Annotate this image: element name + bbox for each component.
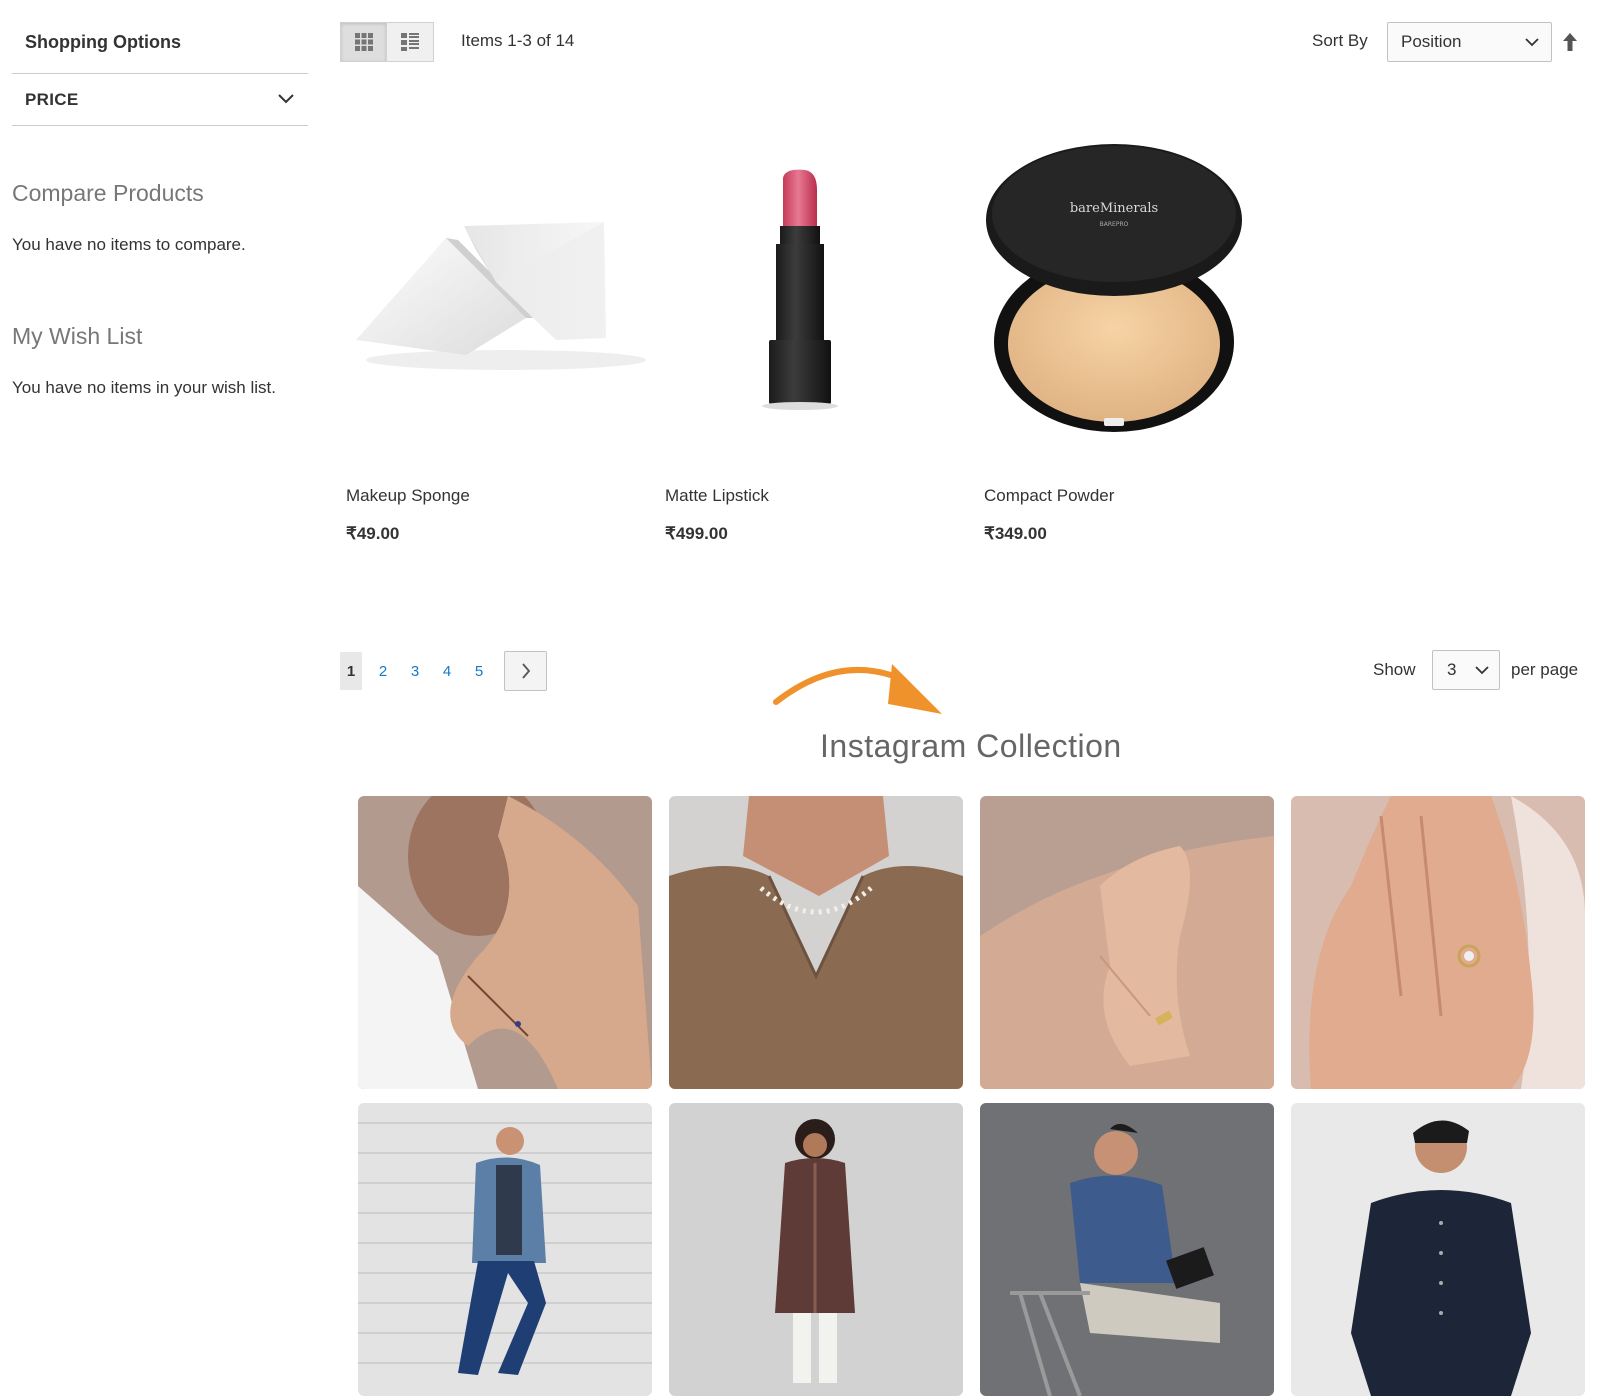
toolbar-amount: Items 1-3 of 14 xyxy=(461,31,575,50)
compare-empty-text: You have no items to compare. xyxy=(12,235,246,254)
pagination: 1 2 3 4 5 xyxy=(340,651,547,691)
chevron-down-icon xyxy=(277,91,295,109)
instagram-post[interactable] xyxy=(669,796,963,1089)
limiter-value: 3 xyxy=(1447,660,1457,679)
product-image[interactable] xyxy=(346,130,646,460)
price-filter-label: PRICE xyxy=(25,89,79,109)
page-current: 1 xyxy=(340,652,362,690)
instagram-post[interactable] xyxy=(1291,1103,1585,1396)
sort-by-select[interactable]: Position xyxy=(1387,22,1552,62)
instagram-section-title: Instagram Collection xyxy=(820,728,1122,764)
product-name[interactable]: Matte Lipstick xyxy=(665,486,769,506)
curved-arrow-icon xyxy=(773,664,942,714)
page-link-2[interactable]: 2 xyxy=(372,652,394,690)
grid-icon xyxy=(354,33,373,51)
product-price: ₹49.00 xyxy=(346,524,400,543)
compare-products-title: Compare Products xyxy=(12,180,204,206)
price-filter-toggle[interactable]: PRICE xyxy=(12,73,308,126)
chevron-down-icon xyxy=(1525,38,1539,47)
view-mode-switcher xyxy=(340,22,434,62)
list-view-button[interactable] xyxy=(387,22,434,62)
shopping-options-title: Shopping Options xyxy=(25,32,181,52)
page-link-3[interactable]: 3 xyxy=(404,652,426,690)
sidebar: Shopping Options PRICE Compare Products … xyxy=(12,20,308,398)
chevron-right-icon xyxy=(521,663,530,679)
product-image[interactable] xyxy=(665,130,965,460)
product-item[interactable]: bareMinerals BAREPRO Compact Powder ₹349… xyxy=(984,130,1284,543)
page-link-4[interactable]: 4 xyxy=(436,652,458,690)
instagram-post[interactable] xyxy=(980,796,1274,1089)
instagram-post[interactable] xyxy=(358,796,652,1089)
per-page-label: per page xyxy=(1511,660,1579,679)
product-item[interactable]: Matte Lipstick ₹499.00 xyxy=(665,130,965,543)
instagram-post[interactable] xyxy=(358,1103,652,1396)
sort-direction-button[interactable] xyxy=(1562,32,1578,57)
product-image[interactable]: bareMinerals BAREPRO xyxy=(984,130,1284,460)
instagram-post[interactable] xyxy=(1291,796,1585,1089)
product-price: ₹499.00 xyxy=(665,524,728,543)
wishlist-empty-text: You have no items in your wish list. xyxy=(12,378,276,397)
page-link-5[interactable]: 5 xyxy=(468,652,490,690)
product-name[interactable]: Makeup Sponge xyxy=(346,486,470,506)
instagram-post[interactable] xyxy=(669,1103,963,1396)
list-icon xyxy=(401,33,419,51)
wishlist-title: My Wish List xyxy=(12,323,143,349)
instagram-post[interactable] xyxy=(980,1103,1274,1396)
product-name[interactable]: Compact Powder xyxy=(984,486,1114,506)
grid-view-button[interactable] xyxy=(340,22,387,62)
arrow-up-icon xyxy=(1563,33,1577,51)
limiter-select[interactable]: 3 xyxy=(1432,650,1500,690)
product-price: ₹349.00 xyxy=(984,524,1047,543)
compact-brand-text: bareMinerals xyxy=(1070,201,1158,216)
show-label: Show xyxy=(1373,660,1416,679)
sort-by-label: Sort By xyxy=(1312,31,1368,50)
product-item[interactable]: Makeup Sponge ₹49.00 xyxy=(346,130,646,543)
next-page-button[interactable] xyxy=(504,651,547,691)
chevron-down-icon xyxy=(1475,666,1489,675)
sort-by-value: Position xyxy=(1401,32,1462,51)
compact-sub-text: BAREPRO xyxy=(1100,221,1129,228)
